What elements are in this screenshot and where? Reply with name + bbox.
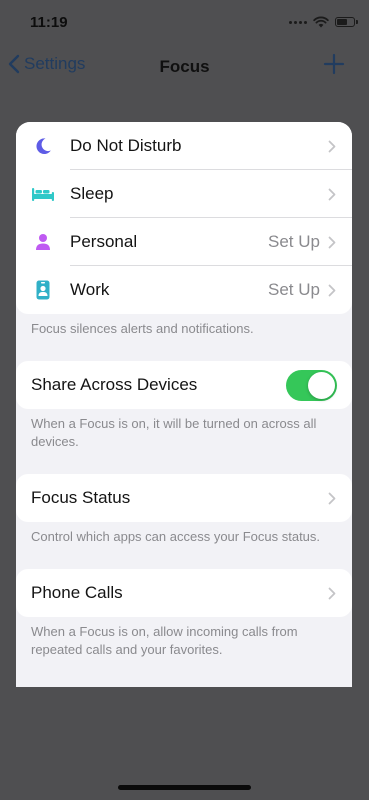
focus-modes-group: Do Not Disturb Sleep Personal Set Up Wor…	[16, 122, 352, 314]
wifi-icon	[313, 16, 329, 28]
focus-status-footer: Control which apps can access your Focus…	[31, 529, 321, 544]
focus-modes-footer: Focus silences alerts and notifications.	[31, 321, 254, 336]
focus-row-personal[interactable]: Personal Set Up	[16, 218, 352, 266]
share-across-devices-row: Share Across Devices	[16, 361, 352, 409]
status-time: 11:19	[30, 14, 68, 31]
navigation-bar: Settings Focus	[0, 48, 369, 84]
focus-row-work[interactable]: Work Set Up	[16, 266, 352, 314]
focus-row-label: Do Not Disturb	[70, 136, 182, 155]
status-bar: 11:19	[0, 0, 369, 44]
focus-status-group: Focus Status	[16, 474, 352, 522]
share-across-devices-label: Share Across Devices	[31, 375, 198, 394]
phone-calls-footer: When a Focus is on, allow incoming calls…	[31, 624, 298, 657]
cellular-signal-icon	[289, 20, 307, 24]
phone-calls-row[interactable]: Phone Calls	[16, 569, 352, 617]
focus-row-do-not-disturb[interactable]: Do Not Disturb	[16, 122, 352, 170]
focus-sheet: Do Not Disturb Sleep Personal Set Up Wor…	[16, 122, 352, 687]
focus-row-sleep[interactable]: Sleep	[16, 170, 352, 218]
focus-status-row[interactable]: Focus Status	[16, 474, 352, 522]
page-title: Focus	[159, 57, 210, 76]
toggle-knob	[308, 371, 335, 399]
chevron-right-icon	[328, 236, 336, 248]
chevron-right-icon	[328, 587, 336, 599]
focus-row-value: Set Up	[268, 232, 320, 251]
id-badge-icon	[36, 280, 50, 300]
share-across-devices-toggle[interactable]	[286, 369, 337, 401]
bed-icon	[32, 188, 54, 201]
chevron-right-icon	[328, 284, 336, 296]
chevron-right-icon	[328, 492, 336, 504]
focus-row-label: Sleep	[70, 184, 114, 203]
focus-status-label: Focus Status	[31, 488, 131, 507]
focus-row-value: Set Up	[268, 280, 320, 299]
phone-calls-label: Phone Calls	[31, 583, 123, 602]
status-icons	[289, 15, 358, 29]
home-indicator	[118, 785, 251, 790]
battery-icon	[335, 17, 358, 27]
share-across-devices-footer: When a Focus is on, it will be turned on…	[31, 416, 317, 449]
chevron-right-icon	[328, 188, 336, 200]
phone-calls-group: Phone Calls	[16, 569, 352, 617]
chevron-right-icon	[328, 140, 336, 152]
add-icon[interactable]	[323, 53, 345, 75]
share-across-devices-group: Share Across Devices	[16, 361, 352, 409]
moon-icon	[36, 138, 51, 155]
focus-row-label: Personal	[70, 232, 138, 251]
focus-row-label: Work	[70, 280, 110, 299]
person-icon	[36, 234, 50, 250]
